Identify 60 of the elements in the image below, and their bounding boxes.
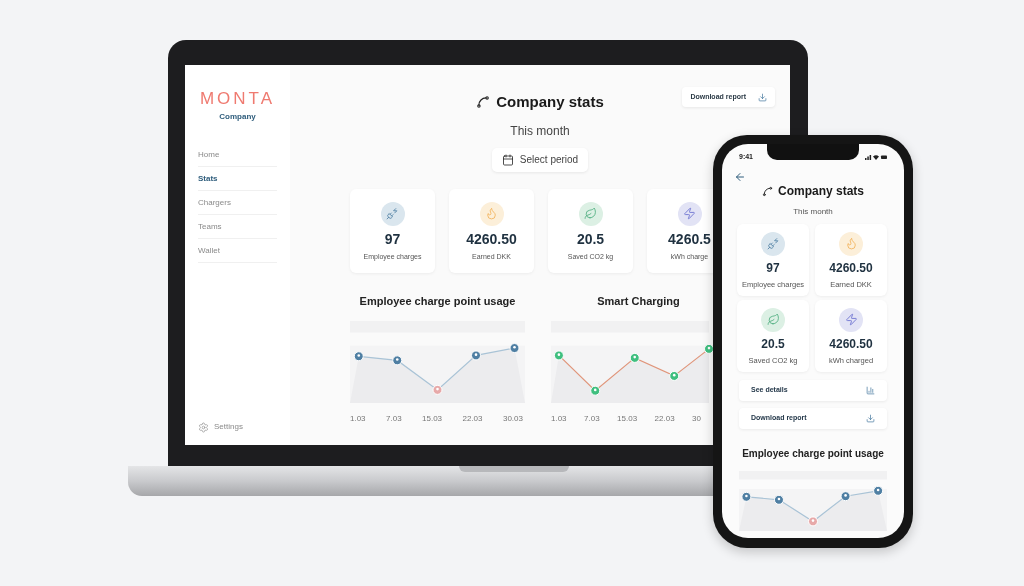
- stat-value: 4260.50: [829, 261, 873, 274]
- chart-title: Employee charge point usage: [359, 293, 516, 309]
- chart-point: [629, 352, 640, 363]
- period-subtitle: This month: [510, 122, 570, 140]
- nav-item[interactable]: Home: [198, 143, 277, 167]
- download-icon: [866, 414, 875, 423]
- stat-value: 4260.50: [829, 337, 873, 350]
- axis-label: 1.03: [350, 413, 366, 425]
- page-title: Company stats: [778, 183, 864, 200]
- axis-label: 7.03: [386, 413, 402, 425]
- chart-point: [353, 351, 364, 362]
- axis-label: 1.03: [551, 413, 567, 425]
- axis-label: 30.03: [502, 413, 523, 425]
- plug-icon: [386, 207, 399, 220]
- status-icons: [865, 154, 887, 160]
- settings-link[interactable]: Settings: [198, 421, 277, 433]
- lightning-icon: [844, 313, 858, 327]
- leaf-icon: [766, 313, 780, 327]
- back-arrow-icon[interactable]: [734, 171, 746, 183]
- axis-label: 15.03: [422, 413, 443, 425]
- plug-icon: [766, 237, 780, 251]
- nav-item[interactable]: Wallet: [198, 239, 277, 263]
- chart-point: [669, 370, 680, 381]
- page-title: Company stats: [496, 92, 604, 112]
- chart-point: [392, 355, 403, 366]
- flame-icon: [844, 237, 858, 251]
- stat-value: 20.5: [761, 337, 785, 350]
- chart-point: [432, 384, 443, 395]
- chart-point: [590, 385, 601, 396]
- axis-label: 22.03: [654, 413, 675, 425]
- chart-title: Employee charge point usage: [742, 447, 884, 461]
- axis-label: 15.03: [617, 413, 638, 425]
- chart-point: [808, 516, 818, 527]
- nav-item[interactable]: Stats: [198, 167, 277, 191]
- stat-value: 97: [384, 231, 401, 246]
- leaf-icon: [584, 207, 597, 220]
- logo: MONTA: [199, 90, 276, 107]
- stat-value: 97: [766, 261, 780, 274]
- stat-value: 20.5: [576, 231, 605, 246]
- chart-title: Smart Charging: [597, 293, 680, 309]
- logo-subtitle: Company: [219, 111, 256, 123]
- nav-item[interactable]: Teams: [198, 215, 277, 239]
- axis-label: 22.03: [462, 413, 483, 425]
- stat-value: 4260.50: [466, 231, 517, 246]
- download-icon: [758, 92, 767, 102]
- axis-label: 30: [692, 413, 701, 425]
- nav-item[interactable]: Chargers: [198, 191, 277, 215]
- period-subtitle: This month: [793, 206, 833, 218]
- stats-icon: [476, 95, 491, 110]
- lightning-icon: [683, 207, 696, 220]
- bar-chart-icon: [866, 386, 875, 395]
- select-period-button[interactable]: Select period: [491, 147, 589, 172]
- flame-icon: [485, 207, 498, 220]
- axis-label: 7.03: [584, 413, 600, 425]
- settings-icon: [198, 421, 209, 433]
- calendar-icon: [501, 153, 514, 166]
- stat-value: 4260.5: [668, 231, 711, 246]
- stats-icon: [762, 185, 773, 197]
- chart-point: [773, 494, 784, 505]
- chart-point: [471, 350, 481, 361]
